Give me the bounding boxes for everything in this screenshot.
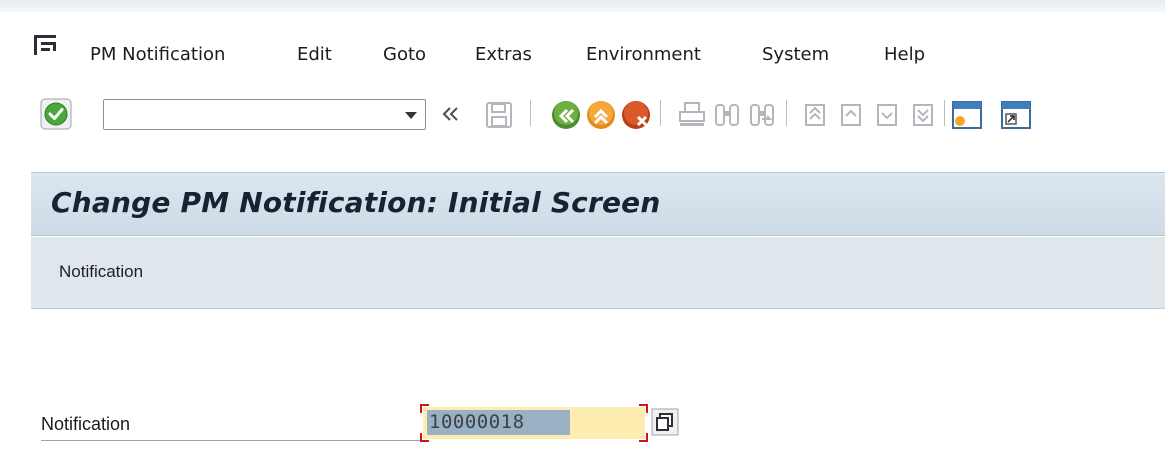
focus-corner [639,404,648,413]
menu-extras[interactable]: Extras [475,44,532,65]
menu-bar: PM Notification Edit Goto Extras Environ… [0,12,1165,92]
notification-button[interactable]: Notification [59,262,143,282]
menu-pm-notification[interactable]: PM Notification [90,44,225,65]
enter-icon[interactable] [40,98,72,130]
notification-field[interactable]: 10000018 [420,404,648,442]
application-toolbar: Notification [31,237,1165,309]
menu-help[interactable]: Help [884,44,925,65]
last-page-icon[interactable] [908,101,938,131]
menu-goto[interactable]: Goto [383,44,426,65]
menu-edit[interactable]: Edit [297,44,332,65]
next-page-icon[interactable] [872,101,902,131]
cancel-icon[interactable] [620,99,650,129]
create-session-icon[interactable] [951,99,982,129]
menu-system[interactable]: System [762,44,829,65]
screen-title-bar: Change PM Notification: Initial Screen [31,172,1165,236]
focus-corner [420,404,429,413]
main-content: Notification 10000018 [31,310,1165,461]
save-icon[interactable] [484,100,514,130]
first-page-icon[interactable] [800,101,830,131]
shortcut-icon[interactable] [1000,99,1031,129]
standard-toolbar [0,92,1165,150]
window-top-edge [0,0,1165,12]
dropdown-icon[interactable] [405,112,417,119]
notification-value: 10000018 [429,411,525,433]
toolbar-separator [944,100,945,126]
label-underline [41,440,421,441]
back-icon[interactable] [550,99,580,129]
back-chevrons-icon[interactable] [440,103,462,133]
command-field[interactable] [103,99,426,130]
focus-corner [420,433,429,442]
print-icon[interactable] [677,101,707,131]
page-title: Change PM Notification: Initial Screen [51,186,661,219]
exit-icon[interactable] [585,99,615,129]
menu-environment[interactable]: Environment [586,44,701,65]
menu-icon[interactable] [33,34,59,56]
focus-corner [639,433,648,442]
command-input[interactable] [108,101,388,128]
toolbar-separator [530,100,531,126]
notification-label: Notification [41,414,131,434]
value-help-icon[interactable] [651,408,679,436]
toolbar-separator [786,100,787,126]
previous-page-icon[interactable] [836,101,866,131]
toolbar-separator [660,100,661,126]
find-icon[interactable] [713,101,743,131]
find-next-icon[interactable] [748,101,778,131]
